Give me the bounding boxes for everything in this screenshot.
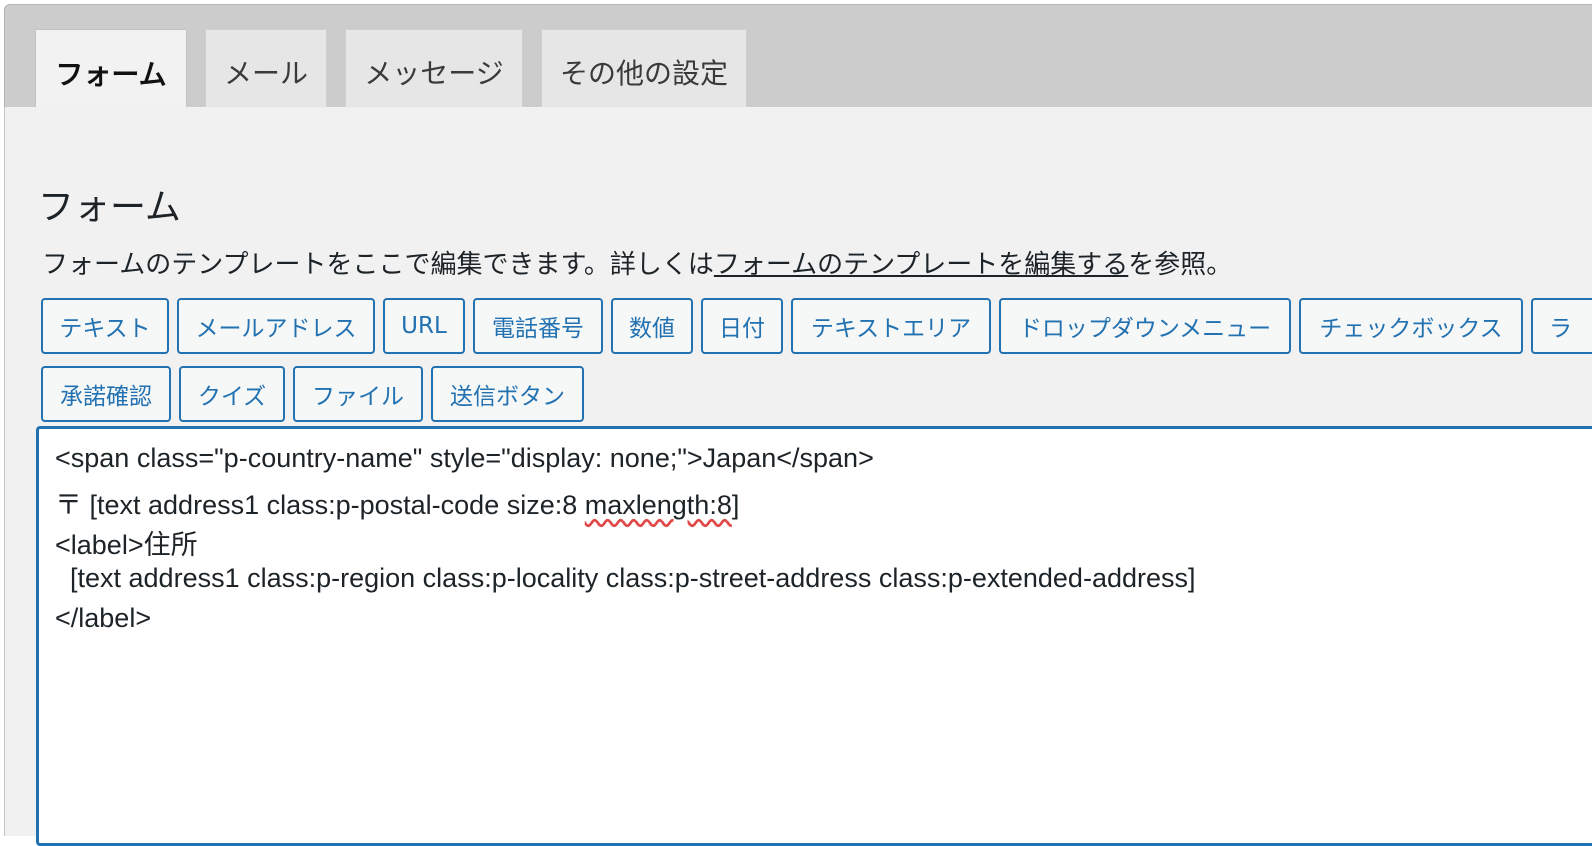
tag-number-button[interactable]: 数値 [611,298,693,354]
code-line-4: [text address1 class:p-region class:p-lo… [55,563,1196,593]
tab-form[interactable]: フォーム [35,29,187,115]
tag-email-button[interactable]: メールアドレス [177,298,375,354]
code-line-2-end: ] [731,490,740,520]
tag-textarea-button[interactable]: テキストエリア [791,298,991,354]
code-line-1: <span class="p-country-name" style="disp… [55,443,874,473]
tag-dropdown-button[interactable]: ドロップダウンメニュー [999,298,1291,354]
panel-description: フォームのテンプレートをここで編集できます。詳しくはフォームのテンプレートを編集… [42,244,1232,281]
tab-additional-settings[interactable]: その他の設定 [541,29,747,113]
tag-url-button[interactable]: URL [383,298,465,354]
description-text: フォームのテンプレートをここで編集できます。詳しくは [42,250,714,280]
tag-checkbox-button[interactable]: チェックボックス [1299,298,1523,354]
tab-mail[interactable]: メール [205,29,327,113]
form-template-editor[interactable]: <span class="p-country-name" style="disp… [36,426,1592,846]
tag-radio-button[interactable]: ラ [1531,298,1592,354]
tab-messages[interactable]: メッセージ [345,29,523,113]
spellcheck-word: maxlength:8 [584,490,732,520]
code-line-5: </label> [55,603,152,633]
tag-submit-button[interactable]: 送信ボタン [431,366,584,422]
tab-bar: フォーム メール メッセージ その他の設定 [4,4,1592,115]
tag-acceptance-button[interactable]: 承諾確認 [41,366,171,422]
code-line-2-start: 〒 [text address1 class:p-postal-code siz… [55,490,585,520]
tag-tel-button[interactable]: 電話番号 [473,298,603,354]
code-line-3: <label>住所 [55,530,198,560]
tag-text-button[interactable]: テキスト [41,298,169,354]
code-line-2: 〒 [text address1 class:p-postal-code siz… [55,483,739,522]
description-text-end: を参照。 [1128,250,1233,280]
edit-template-link[interactable]: フォームのテンプレートを編集する [714,250,1128,280]
tag-quiz-button[interactable]: クイズ [179,366,285,422]
panel-title: フォーム [38,187,181,228]
tag-date-button[interactable]: 日付 [701,298,783,354]
tag-file-button[interactable]: ファイル [293,366,423,422]
